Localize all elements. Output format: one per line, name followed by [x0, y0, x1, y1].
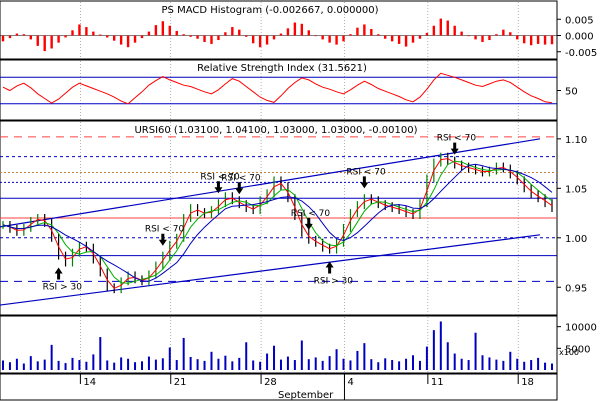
date-tick-label: 4: [347, 377, 353, 388]
date-tick-label: 18: [521, 377, 534, 388]
price-tick-label: 0.95: [565, 283, 587, 294]
stock-chart: PS MACD Histogram (-0.002667, 0.000000) …: [0, 0, 597, 401]
date-tick-label: 28: [264, 377, 277, 388]
x-axis-month-label: September: [278, 390, 334, 401]
macd-panel: PS MACD Histogram (-0.002667, 0.000000) …: [0, 0, 597, 60]
volume-frame: [0, 315, 558, 374]
volume-unit-label: x100: [559, 348, 579, 357]
date-axis: 14 21 28 4 11 18 September: [0, 373, 558, 401]
price-tick-label: 1.00: [565, 234, 587, 245]
signal-label: RSI < 70: [437, 134, 477, 144]
date-tick-label: 21: [174, 377, 187, 388]
signal-label: RSI > 30: [43, 282, 83, 292]
macd-tick-label: 0.000: [565, 32, 594, 43]
signal-label: RSI < 70: [145, 225, 185, 235]
macd-title: PS MACD Histogram (-0.002667, 0.000000): [162, 5, 379, 16]
signal-label: RSI < 70: [221, 173, 261, 183]
macd-tick-label: -0.005: [565, 48, 597, 59]
rsi-title: Relative Strength Index (31.5621): [197, 63, 367, 74]
price-tick-label: 1.10: [565, 135, 587, 146]
macd-tick-label: 0.005: [565, 15, 594, 26]
rsi-tick-label: 50: [565, 87, 578, 98]
signal-label: RSI < 70: [291, 209, 331, 219]
volume-panel: 100005000 x100: [0, 315, 597, 374]
signal-label: RSI > 30: [314, 277, 354, 287]
signal-label: RSI < 70: [346, 167, 386, 177]
price-panel: RSI > 30 RSI < 70 RSI < 70 RSI < 70 RSI < 70…: [0, 120, 587, 316]
price-title: URSI60 (1.03100, 1.04100, 1.03000, 1.030…: [134, 125, 417, 136]
date-tick-label: 11: [431, 377, 444, 388]
rsi-panel: Relative Strength Index (31.5621) 50: [0, 59, 578, 121]
volume-tick-label: 10000: [565, 323, 597, 334]
date-tick-label: 14: [83, 377, 96, 388]
price-tick-label: 1.05: [565, 184, 587, 195]
